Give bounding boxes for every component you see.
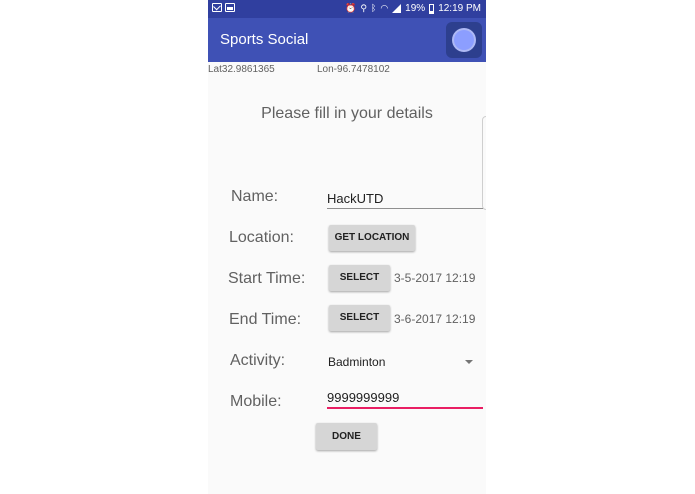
app-toolbar: Sports Social — [208, 18, 486, 62]
battery-percent: 19% — [405, 3, 426, 14]
end-time-label: End Time: — [229, 311, 302, 328]
mobile-label: Mobile: — [230, 393, 282, 410]
phone-screen: ⏰ ⚲ ᛒ ◠ 19% 12:19 PM Sports Social Lat32… — [208, 0, 486, 494]
status-bar: ⏰ ⚲ ᛒ ◠ 19% 12:19 PM — [208, 0, 486, 18]
notification-icons — [212, 3, 235, 12]
alarm-icon: ⏰ — [345, 3, 357, 13]
dropdown-caret-icon — [465, 360, 473, 364]
start-time-label: Start Time: — [228, 270, 306, 287]
wifi-icon: ◠ — [380, 3, 389, 13]
location-icon: ⚲ — [360, 3, 367, 13]
overflow-button[interactable] — [446, 22, 482, 58]
form-prompt: Please fill in your details — [261, 105, 433, 122]
latitude-text: Lat32.9861365 — [208, 64, 275, 75]
clock: 12:19 PM — [438, 3, 481, 14]
start-time-value: 3-5-2017 12:19 — [394, 271, 476, 285]
start-time-select-button[interactable]: SELECT — [329, 265, 390, 291]
name-label: Name: — [231, 188, 279, 205]
signal-icon — [392, 4, 402, 13]
activity-dropdown[interactable]: Badminton — [327, 353, 483, 373]
mobile-field[interactable] — [327, 387, 483, 409]
app-title: Sports Social — [220, 31, 309, 48]
system-icons: ⏰ ⚲ ᛒ ◠ 19% 12:19 PM — [345, 2, 481, 15]
activity-selected-value: Badminton — [328, 355, 386, 369]
mail-icon — [212, 3, 222, 12]
battery-icon — [429, 3, 435, 14]
longitude-text: Lon-96.7478102 — [317, 64, 390, 75]
get-location-button[interactable]: GET LOCATION — [329, 225, 415, 251]
overflow-icon — [454, 30, 474, 50]
location-label: Location: — [229, 229, 294, 246]
bluetooth-icon: ᛒ — [370, 3, 377, 13]
activity-label: Activity: — [230, 352, 286, 369]
name-field[interactable] — [327, 188, 483, 209]
done-button[interactable]: DONE — [316, 423, 377, 450]
end-time-select-button[interactable]: SELECT — [329, 305, 390, 331]
image-icon — [225, 3, 235, 12]
end-time-value: 3-6-2017 12:19 — [394, 312, 476, 326]
